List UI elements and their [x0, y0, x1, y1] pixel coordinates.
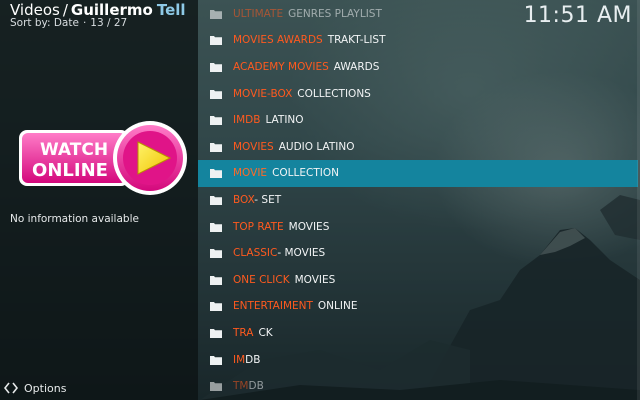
menu-item-label-rest: COLLECTIONS [297, 87, 371, 100]
menu-item-label-rest: MOVIES [288, 220, 330, 233]
menu-item-label-rest: GENRES PLAYLIST [288, 7, 382, 20]
folder-icon [210, 328, 222, 338]
menu-item[interactable]: MOVIES AUDIO LATINO [198, 134, 638, 161]
menu-item-label-rest: - MOVIES [277, 247, 326, 260]
menu-item-label-rest: AUDIO LATINO [278, 140, 355, 153]
menu-item-label: CLASSIC- MOVIES [233, 247, 325, 259]
info-panel [0, 0, 198, 400]
folder-icon [210, 89, 222, 99]
menu-item-label: TMDB [233, 380, 264, 392]
menu-item[interactable]: ACADEMY MOVIES AWARDS [198, 54, 638, 81]
menu-item-label-accent: TRA [233, 326, 254, 339]
menu-item[interactable]: TMDB [198, 373, 638, 400]
thumb-line2: ONLINE [32, 160, 108, 181]
menu-item-label: TOP RATE MOVIES [233, 221, 329, 233]
menu-item[interactable]: MOVIE COLLECTION [198, 160, 638, 187]
folder-icon [210, 355, 222, 365]
folder-icon [210, 9, 222, 19]
menu-item[interactable]: IMDB [198, 346, 638, 373]
menu-item[interactable]: ONE CLICK MOVIES [198, 267, 638, 294]
menu-item-label-accent: IM [233, 353, 246, 366]
menu-item[interactable]: TOP RATE MOVIES [198, 213, 638, 240]
folder-icon [210, 275, 222, 285]
menu-item-label-accent: MOVIES AWARDS [233, 34, 323, 47]
menu-item[interactable]: MOVIE-BOX COLLECTIONS [198, 80, 638, 107]
menu-item-label: ONE CLICK MOVIES [233, 274, 335, 286]
menu-item[interactable]: ENTERTAIMENT ONLINE [198, 293, 638, 320]
options-button[interactable]: Options [4, 380, 66, 396]
thumb-line1: WATCH [40, 140, 108, 160]
menu-item-label: MOVIES AUDIO LATINO [233, 141, 354, 153]
page-title-second: Tell [156, 1, 186, 19]
menu-item-label: TRA CK [233, 327, 273, 339]
folder-icon [210, 142, 222, 152]
menu-item-label: BOX- SET [233, 194, 281, 206]
menu-item-label-accent: ENTERTAIMENT [233, 300, 313, 313]
menu-item-label-rest: MOVIES [294, 273, 336, 286]
menu-item-label-rest: TRAKT-LIST [327, 34, 386, 47]
menu-item-label-rest: DB [248, 380, 264, 393]
menu-item-label-accent: MOVIE-BOX [233, 87, 293, 100]
menu-item-label: MOVIE COLLECTION [233, 167, 339, 179]
menu-item-label-rest: LATINO [265, 114, 304, 127]
info-text: No information available [10, 213, 139, 225]
menu-item-label-accent: TM [233, 380, 249, 393]
menu-item-label: MOVIE-BOX COLLECTIONS [233, 88, 371, 100]
sort-status: Sort by: Date · 13 / 27 [10, 17, 127, 29]
folder-icon [210, 302, 222, 312]
menu-item-label-accent: ULTIMATE [233, 7, 284, 20]
menu-item-label-rest: ONLINE [317, 300, 358, 313]
menu-item-label: ACADEMY MOVIES AWARDS [233, 61, 379, 73]
menu-item-label-accent: TOP RATE [233, 220, 284, 233]
folder-icon [210, 116, 222, 126]
menu-item-label-accent: MOVIE [233, 167, 268, 180]
menu-item-label: IMDB [233, 354, 260, 366]
menu-item-label: ULTIMATE GENRES PLAYLIST [233, 8, 382, 20]
menu-item-label-accent: IMDB [233, 114, 261, 127]
folder-icon [210, 249, 222, 259]
menu-item-label: MOVIES AWARDS TRAKT-LIST [233, 34, 386, 46]
options-label: Options [24, 381, 67, 395]
menu-item-label-rest: COLLECTION [272, 167, 339, 180]
sort-separator: · [82, 17, 87, 29]
folder-icon [210, 195, 222, 205]
menu-item-label: IMDB LATINO [233, 114, 304, 126]
menu-item[interactable]: CLASSIC- MOVIES [198, 240, 638, 267]
menu-item[interactable]: ULTIMATE GENRES PLAYLIST [198, 1, 638, 28]
folder-icon [210, 169, 222, 179]
folder-icon [210, 382, 222, 392]
menu-item-label-accent: ONE CLICK [233, 273, 290, 286]
sort-label: Sort by: Date [10, 17, 79, 29]
watch-online-thumbnail: WATCH ONLINE [18, 120, 190, 196]
item-position: 13 / 27 [90, 17, 128, 29]
menu-item[interactable]: MOVIES AWARDS TRAKT-LIST [198, 27, 638, 54]
menu-item[interactable]: IMDB LATINO [198, 107, 638, 134]
menu-item-label-accent: BOX [233, 193, 255, 206]
menu-item-label-accent: MOVIES [233, 140, 274, 153]
menu-item[interactable]: TRA CK [198, 320, 638, 347]
menu-item-label-accent: CLASSIC [233, 247, 278, 260]
menu-item-label: ENTERTAIMENT ONLINE [233, 300, 357, 312]
menu-item-label-rest: - SET [254, 193, 282, 206]
menu-item-label-accent: ACADEMY MOVIES [233, 60, 329, 73]
menu-item-label-rest: CK [258, 326, 273, 339]
menu-item-label-rest: DB [245, 353, 261, 366]
folder-icon [210, 222, 222, 232]
folder-icon [210, 36, 222, 46]
folder-icon [210, 62, 222, 72]
options-arrows-icon [4, 382, 18, 394]
menu-item-label-rest: AWARDS [333, 60, 380, 73]
menu-item[interactable]: BOX- SET [198, 187, 638, 214]
